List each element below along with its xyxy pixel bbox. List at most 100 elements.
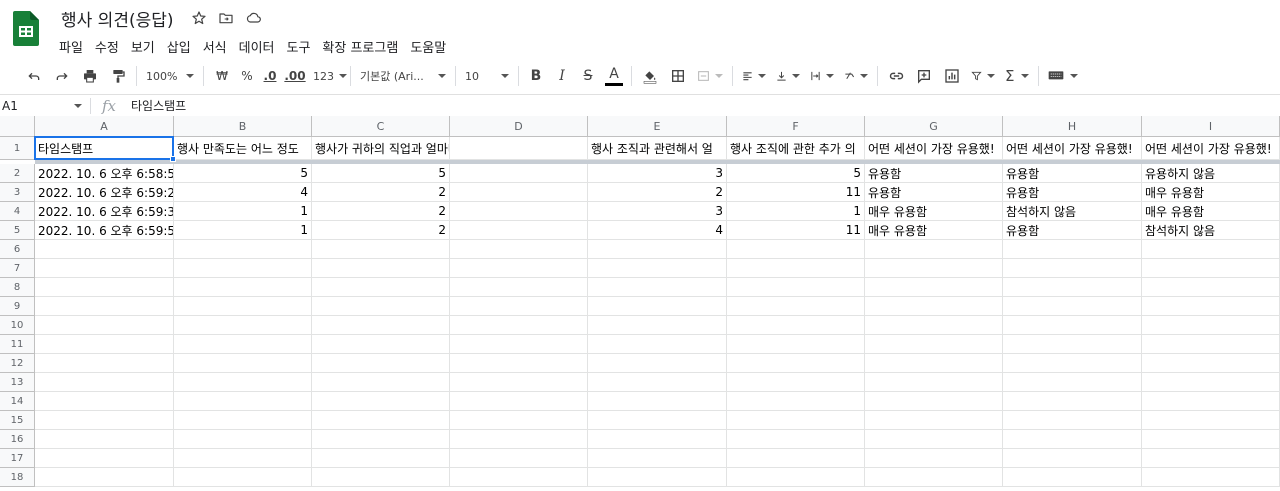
cell-a5[interactable]: 2022. 10. 6 오후 6:59:51 bbox=[35, 221, 174, 240]
cell-h12[interactable] bbox=[1003, 354, 1142, 373]
strikethrough-button[interactable]: S bbox=[575, 63, 601, 89]
cell-d7[interactable] bbox=[450, 259, 588, 278]
cell-h7[interactable] bbox=[1003, 259, 1142, 278]
cell-g14[interactable] bbox=[865, 392, 1003, 411]
cell-f15[interactable] bbox=[727, 411, 865, 430]
italic-button[interactable]: I bbox=[549, 63, 575, 89]
row-header-12[interactable]: 12 bbox=[0, 354, 35, 373]
cell-i6[interactable] bbox=[1142, 240, 1280, 259]
cell-g13[interactable] bbox=[865, 373, 1003, 392]
cell-d17[interactable] bbox=[450, 449, 588, 468]
cell-h6[interactable] bbox=[1003, 240, 1142, 259]
cell-c8[interactable] bbox=[312, 278, 450, 297]
cell-d13[interactable] bbox=[450, 373, 588, 392]
merge-cells-icon[interactable] bbox=[692, 63, 728, 89]
cell-h15[interactable] bbox=[1003, 411, 1142, 430]
cell-h14[interactable] bbox=[1003, 392, 1142, 411]
row-header-3[interactable]: 3 bbox=[0, 183, 35, 202]
cell-h3[interactable]: 유용함 bbox=[1003, 183, 1142, 202]
row-header-16[interactable]: 16 bbox=[0, 430, 35, 449]
cell-g9[interactable] bbox=[865, 297, 1003, 316]
cell-e8[interactable] bbox=[588, 278, 727, 297]
sheets-logo-icon[interactable] bbox=[13, 11, 39, 46]
cell-c3[interactable]: 2 bbox=[312, 183, 450, 202]
menu-file[interactable]: 파일 bbox=[53, 35, 89, 58]
cell-i12[interactable] bbox=[1142, 354, 1280, 373]
cell-d8[interactable] bbox=[450, 278, 588, 297]
cell-i9[interactable] bbox=[1142, 297, 1280, 316]
cell-c7[interactable] bbox=[312, 259, 450, 278]
cell-e3[interactable]: 2 bbox=[588, 183, 727, 202]
cell-g3[interactable]: 유용함 bbox=[865, 183, 1003, 202]
cell-c17[interactable] bbox=[312, 449, 450, 468]
cell-a7[interactable] bbox=[35, 259, 174, 278]
more-formats-select[interactable]: 123 bbox=[308, 63, 347, 89]
cell-i4[interactable]: 매우 유용함 bbox=[1142, 202, 1280, 221]
menu-edit[interactable]: 수정 bbox=[89, 35, 125, 58]
print-icon[interactable] bbox=[76, 63, 104, 89]
cell-d18[interactable] bbox=[450, 468, 588, 487]
cell-b16[interactable] bbox=[174, 430, 312, 449]
cell-d9[interactable] bbox=[450, 297, 588, 316]
cell-b3[interactable]: 4 bbox=[174, 183, 312, 202]
row-header-18[interactable]: 18 bbox=[0, 468, 35, 487]
font-family-select[interactable]: 기본값 (Ari... bbox=[355, 63, 451, 89]
cell-i15[interactable] bbox=[1142, 411, 1280, 430]
cell-b6[interactable] bbox=[174, 240, 312, 259]
row-header-8[interactable]: 8 bbox=[0, 278, 35, 297]
menu-format[interactable]: 서식 bbox=[197, 35, 233, 58]
cell-g4[interactable]: 매우 유용함 bbox=[865, 202, 1003, 221]
cell-a3[interactable]: 2022. 10. 6 오후 6:59:22 bbox=[35, 183, 174, 202]
cell-d1[interactable] bbox=[450, 137, 588, 160]
star-icon[interactable] bbox=[190, 9, 208, 27]
cell-c6[interactable] bbox=[312, 240, 450, 259]
cell-f13[interactable] bbox=[727, 373, 865, 392]
cell-g11[interactable] bbox=[865, 335, 1003, 354]
row-header-6[interactable]: 6 bbox=[0, 240, 35, 259]
cell-f10[interactable] bbox=[727, 316, 865, 335]
cell-h13[interactable] bbox=[1003, 373, 1142, 392]
cell-d10[interactable] bbox=[450, 316, 588, 335]
cell-f12[interactable] bbox=[727, 354, 865, 373]
cell-c11[interactable] bbox=[312, 335, 450, 354]
menu-help[interactable]: 도움말 bbox=[404, 35, 452, 58]
column-header-a[interactable]: A bbox=[35, 116, 174, 137]
cell-c4[interactable]: 2 bbox=[312, 202, 450, 221]
cell-b5[interactable]: 1 bbox=[174, 221, 312, 240]
vertical-align-icon[interactable] bbox=[771, 63, 805, 89]
cell-a13[interactable] bbox=[35, 373, 174, 392]
cell-g16[interactable] bbox=[865, 430, 1003, 449]
cell-h17[interactable] bbox=[1003, 449, 1142, 468]
cell-b17[interactable] bbox=[174, 449, 312, 468]
cell-b7[interactable] bbox=[174, 259, 312, 278]
align-left-icon[interactable] bbox=[737, 63, 771, 89]
redo-icon[interactable] bbox=[48, 63, 76, 89]
cell-h2[interactable]: 유용함 bbox=[1003, 164, 1142, 183]
text-wrap-icon[interactable] bbox=[805, 63, 839, 89]
menu-data[interactable]: 데이터 bbox=[233, 35, 281, 58]
cell-c16[interactable] bbox=[312, 430, 450, 449]
cell-i3[interactable]: 매우 유용함 bbox=[1142, 183, 1280, 202]
cell-g15[interactable] bbox=[865, 411, 1003, 430]
cell-b13[interactable] bbox=[174, 373, 312, 392]
select-all-corner[interactable] bbox=[0, 116, 35, 137]
cell-a6[interactable] bbox=[35, 240, 174, 259]
cell-f11[interactable] bbox=[727, 335, 865, 354]
cell-i2[interactable]: 유용하지 않음 bbox=[1142, 164, 1280, 183]
row-header-13[interactable]: 13 bbox=[0, 373, 35, 392]
percent-format-button[interactable]: % bbox=[236, 63, 258, 89]
cell-b11[interactable] bbox=[174, 335, 312, 354]
cell-g10[interactable] bbox=[865, 316, 1003, 335]
cell-f4[interactable]: 1 bbox=[727, 202, 865, 221]
move-to-folder-icon[interactable] bbox=[217, 9, 235, 27]
cell-i8[interactable] bbox=[1142, 278, 1280, 297]
cell-h10[interactable] bbox=[1003, 316, 1142, 335]
cell-e15[interactable] bbox=[588, 411, 727, 430]
column-header-h[interactable]: H bbox=[1003, 116, 1142, 137]
column-header-i[interactable]: I bbox=[1142, 116, 1280, 137]
row-header-4[interactable]: 4 bbox=[0, 202, 35, 221]
column-header-g[interactable]: G bbox=[865, 116, 1003, 137]
row-header-10[interactable]: 10 bbox=[0, 316, 35, 335]
cell-c13[interactable] bbox=[312, 373, 450, 392]
cell-f7[interactable] bbox=[727, 259, 865, 278]
